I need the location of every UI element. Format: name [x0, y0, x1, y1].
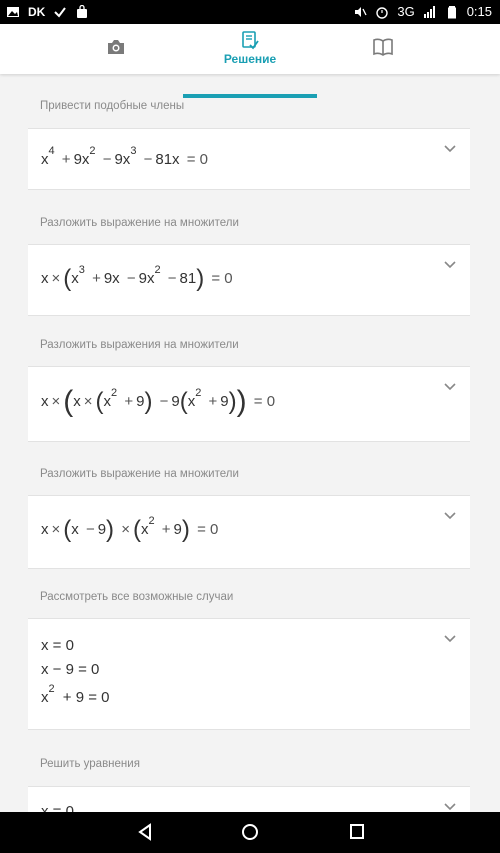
- step-formula: x4 +9x2 −9x3 −81x = 0: [41, 145, 209, 169]
- news-icon: DK: [28, 5, 46, 19]
- check-icon: [54, 7, 67, 18]
- chevron-down-icon[interactable]: [444, 635, 456, 643]
- status-bar: DK 3G 0:15: [0, 0, 500, 24]
- step-card[interactable]: x4 +9x2 −9x3 −81x = 0: [28, 128, 470, 190]
- recents-icon[interactable]: [349, 823, 365, 841]
- step-formula: x × (x3 +9x −9x2 −81) = 0: [41, 263, 233, 292]
- step-label: Разложить выражения на множители: [40, 339, 239, 351]
- step-label: Разложить выражение на множители: [40, 217, 239, 229]
- tab-camera[interactable]: [33, 24, 199, 74]
- status-right: 3G 0:15: [353, 4, 492, 20]
- chevron-down-icon[interactable]: [444, 261, 456, 269]
- battery-icon: [447, 6, 456, 19]
- solution-steps[interactable]: Привести подобные члены x4 +9x2 −9x3 −81…: [28, 82, 470, 812]
- status-time: 0:15: [466, 4, 492, 19]
- mute-icon: [355, 7, 367, 17]
- step-card[interactable]: x × (x −9) × (x2 +9) = 0: [28, 495, 470, 569]
- image-icon: [7, 7, 19, 17]
- case-line: x − 9 = 0: [41, 661, 100, 678]
- tab-book[interactable]: [300, 24, 466, 74]
- camera-icon: [108, 40, 124, 54]
- home-icon[interactable]: [241, 823, 259, 841]
- solution-icon: [242, 31, 259, 50]
- step-label: Рассмотреть все возможные случаи: [40, 591, 234, 603]
- chevron-down-icon[interactable]: [444, 803, 456, 811]
- status-left: DK: [6, 4, 89, 20]
- step-card[interactable]: x × (x3 +9x −9x2 −81) = 0: [28, 244, 470, 316]
- signal-icon: [423, 6, 435, 18]
- step-formula: x × (x −9) × (x2 +9) = 0: [41, 514, 219, 543]
- step-formula: x × (x × (x2 +9) −9(x2 +9)) = 0: [41, 385, 276, 418]
- step-label: Разложить выражение на множители: [40, 468, 239, 480]
- step-card[interactable]: x × (x × (x2 +9) −9(x2 +9)) = 0: [28, 366, 470, 442]
- step-card[interactable]: x = 0 x − 9 = 0 x2 + 9 = 0: [28, 618, 470, 730]
- tab-bar: Решение: [0, 24, 500, 98]
- step-card[interactable]: x = 0: [28, 786, 470, 812]
- case-line: x2 + 9 = 0: [41, 683, 110, 707]
- step-label: Решить уравнения: [40, 758, 140, 770]
- case-line: x = 0: [41, 637, 74, 654]
- book-icon: [373, 38, 393, 56]
- network-type: 3G: [397, 4, 415, 19]
- step-label: Привести подобные члены: [40, 100, 185, 112]
- navigation-bar: [0, 812, 500, 853]
- alarm-icon: [376, 7, 389, 19]
- bag-icon: [77, 5, 88, 18]
- back-icon[interactable]: [137, 823, 153, 841]
- chevron-down-icon[interactable]: [444, 145, 456, 153]
- tab-solution[interactable]: Решение: [183, 24, 317, 74]
- chevron-down-icon[interactable]: [444, 383, 456, 391]
- step-formula: x = 0: [41, 803, 74, 812]
- chevron-down-icon[interactable]: [444, 512, 456, 520]
- tab-solution-label: Решение: [223, 52, 277, 66]
